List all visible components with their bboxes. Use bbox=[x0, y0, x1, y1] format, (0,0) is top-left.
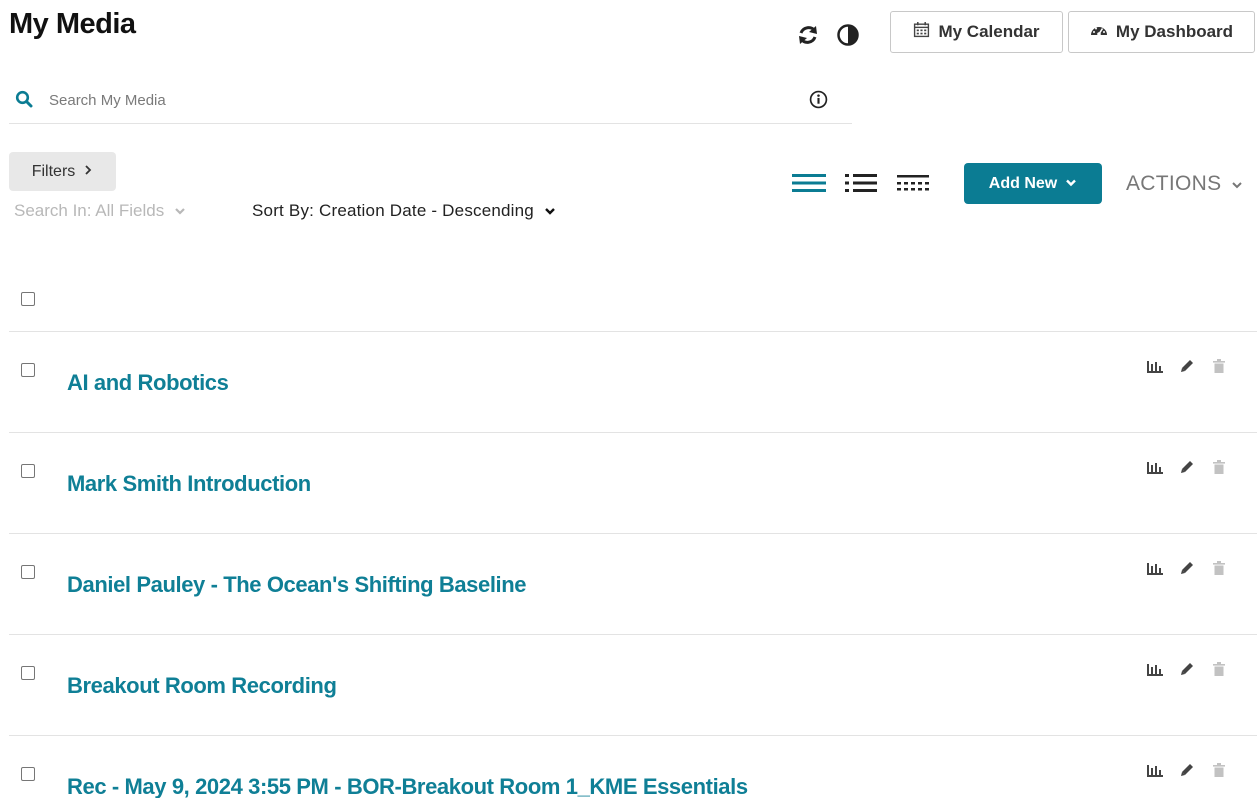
header-icon-group bbox=[795, 22, 861, 48]
search-bar bbox=[9, 78, 852, 124]
search-in-label: Search In: All Fields bbox=[14, 201, 165, 220]
row-actions bbox=[1147, 661, 1227, 677]
filters-label: Filters bbox=[31, 162, 76, 180]
delete-icon[interactable] bbox=[1211, 661, 1227, 677]
row-actions bbox=[1147, 560, 1227, 576]
actions-dropdown[interactable]: ACTIONS bbox=[1126, 172, 1243, 196]
media-title-link[interactable]: AI and Robotics bbox=[67, 370, 229, 396]
analytics-icon[interactable] bbox=[1147, 762, 1163, 778]
row-checkbox[interactable] bbox=[21, 767, 35, 781]
my-calendar-button[interactable]: My Calendar bbox=[890, 11, 1063, 53]
contrast-icon[interactable] bbox=[835, 22, 861, 48]
media-title-link[interactable]: Rec - May 9, 2024 3:55 PM - BOR-Breakout… bbox=[67, 774, 748, 798]
delete-icon[interactable] bbox=[1211, 762, 1227, 778]
media-list: AI and Robotics Mark Smith Introduction … bbox=[9, 331, 1257, 798]
media-title-link[interactable]: Mark Smith Introduction bbox=[67, 471, 311, 497]
row-checkbox[interactable] bbox=[21, 464, 35, 478]
delete-icon[interactable] bbox=[1211, 459, 1227, 475]
info-icon[interactable] bbox=[809, 90, 828, 114]
media-title-link[interactable]: Breakout Room Recording bbox=[67, 673, 337, 699]
list-item: Rec - May 9, 2024 3:55 PM - BOR-Breakout… bbox=[9, 735, 1257, 798]
chevron-down-icon bbox=[1065, 175, 1077, 193]
chevron-down-icon bbox=[1231, 172, 1243, 196]
add-new-label: Add New bbox=[988, 174, 1058, 192]
analytics-icon[interactable] bbox=[1147, 459, 1163, 475]
analytics-icon[interactable] bbox=[1147, 358, 1163, 374]
compact-view-icon[interactable] bbox=[896, 172, 930, 194]
analytics-icon[interactable] bbox=[1147, 560, 1163, 576]
row-checkbox[interactable] bbox=[21, 565, 35, 579]
sort-by-dropdown[interactable]: Sort By: Creation Date - Descending bbox=[252, 201, 556, 221]
add-new-button[interactable]: Add New bbox=[964, 163, 1102, 204]
row-actions bbox=[1147, 459, 1227, 475]
edit-icon[interactable] bbox=[1179, 661, 1195, 677]
chevron-right-icon bbox=[83, 163, 93, 181]
detailed-view-icon[interactable] bbox=[792, 172, 826, 194]
search-input[interactable] bbox=[49, 86, 789, 114]
calendar-icon bbox=[913, 21, 930, 43]
delete-icon[interactable] bbox=[1211, 560, 1227, 576]
my-dashboard-label: My Dashboard bbox=[1115, 22, 1234, 41]
row-checkbox[interactable] bbox=[21, 363, 35, 377]
search-in-dropdown[interactable]: Search In: All Fields bbox=[14, 201, 186, 221]
my-dashboard-button[interactable]: My Dashboard bbox=[1068, 11, 1255, 53]
edit-icon[interactable] bbox=[1179, 358, 1195, 374]
filters-button[interactable]: Filters bbox=[9, 152, 116, 191]
edit-icon[interactable] bbox=[1179, 560, 1195, 576]
view-mode-toggle bbox=[792, 172, 930, 194]
row-actions bbox=[1147, 358, 1227, 374]
my-calendar-label: My Calendar bbox=[938, 22, 1040, 41]
dashboard-icon bbox=[1090, 22, 1108, 43]
row-actions bbox=[1147, 762, 1227, 778]
media-title-link[interactable]: Daniel Pauley - The Ocean's Shifting Bas… bbox=[67, 572, 527, 598]
page-title: My Media bbox=[9, 8, 136, 40]
list-item: Daniel Pauley - The Ocean's Shifting Bas… bbox=[9, 533, 1257, 634]
search-icon[interactable] bbox=[15, 90, 33, 113]
list-item: Mark Smith Introduction bbox=[9, 432, 1257, 533]
chevron-down-icon bbox=[174, 201, 186, 221]
analytics-icon[interactable] bbox=[1147, 661, 1163, 677]
row-checkbox[interactable] bbox=[21, 666, 35, 680]
sort-by-label: Sort By: Creation Date - Descending bbox=[252, 201, 534, 220]
list-item: Breakout Room Recording bbox=[9, 634, 1257, 735]
select-all-checkbox[interactable] bbox=[21, 292, 35, 306]
edit-icon[interactable] bbox=[1179, 762, 1195, 778]
actions-label: ACTIONS bbox=[1126, 172, 1222, 195]
edit-icon[interactable] bbox=[1179, 459, 1195, 475]
list-view-icon[interactable] bbox=[844, 172, 878, 194]
refresh-icon[interactable] bbox=[795, 22, 821, 48]
delete-icon[interactable] bbox=[1211, 358, 1227, 374]
list-item: AI and Robotics bbox=[9, 331, 1257, 432]
chevron-down-icon bbox=[544, 201, 556, 221]
